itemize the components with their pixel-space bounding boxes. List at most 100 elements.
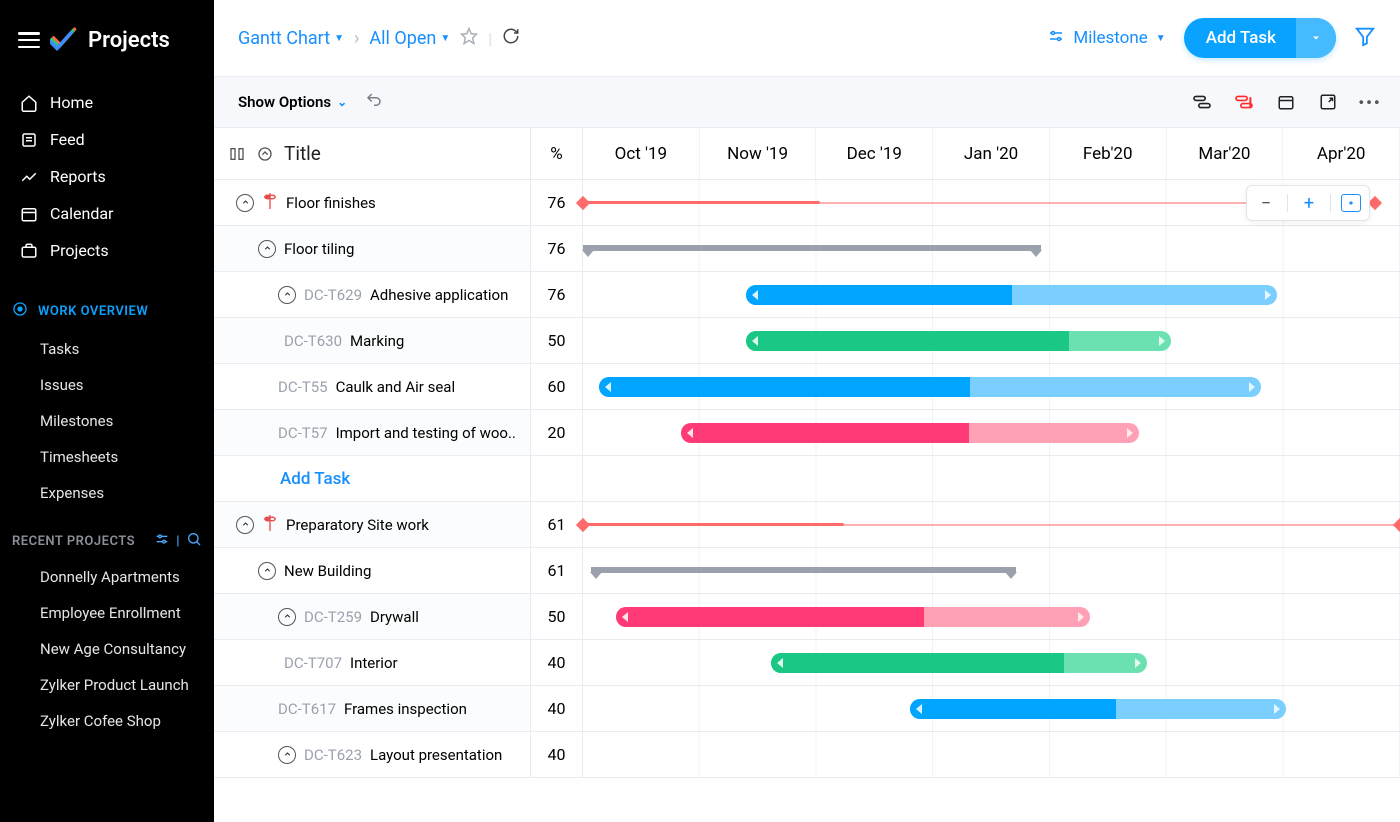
collapse-icon[interactable]: [236, 194, 254, 212]
task-id: DC-T57: [278, 424, 328, 442]
recent-project-item[interactable]: Employee Enrollment: [0, 595, 214, 631]
subnav-timesheets[interactable]: Timesheets: [0, 439, 214, 475]
collapse-icon[interactable]: [278, 286, 296, 304]
subnav-issues[interactable]: Issues: [0, 367, 214, 403]
row-timeline[interactable]: [583, 732, 1400, 777]
milestone-diamond-icon[interactable]: [1368, 195, 1382, 209]
task-bar[interactable]: [599, 377, 1261, 397]
breadcrumb-gantt[interactable]: Gantt Chart▼: [238, 28, 344, 49]
gantt-row[interactable]: Preparatory Site work61: [214, 502, 1400, 548]
gantt-row[interactable]: DC-T707Interior40: [214, 640, 1400, 686]
gantt-row[interactable]: New Building61: [214, 548, 1400, 594]
columns-icon[interactable]: [228, 145, 246, 163]
add-task-dropdown[interactable]: [1296, 18, 1336, 58]
star-icon[interactable]: [460, 27, 478, 49]
collapse-all-icon[interactable]: [256, 145, 274, 163]
milestone-diamond-icon[interactable]: [1393, 517, 1400, 531]
nav-reports[interactable]: Reports: [0, 158, 214, 195]
row-title: Preparatory Site work: [286, 516, 429, 534]
add-task-button[interactable]: Add Task: [1184, 18, 1336, 58]
nav-feed[interactable]: Feed: [0, 121, 214, 158]
milestone-dropdown[interactable]: Milestone ▼: [1047, 27, 1165, 50]
menu-icon[interactable]: [18, 32, 40, 48]
row-timeline[interactable]: [583, 686, 1400, 731]
task-bar[interactable]: [746, 285, 1277, 305]
row-timeline[interactable]: [583, 318, 1400, 363]
row-percent: 50: [531, 594, 583, 639]
search-icon[interactable]: [186, 531, 202, 551]
subnav-milestones[interactable]: Milestones: [0, 403, 214, 439]
settings-icon[interactable]: [154, 531, 170, 551]
task-bar[interactable]: [616, 607, 1090, 627]
collapse-icon[interactable]: [236, 516, 254, 534]
nav-calendar[interactable]: Calendar: [0, 195, 214, 232]
tasklist-summary-bar[interactable]: [583, 245, 1041, 251]
recent-project-item[interactable]: Donnelly Apartments: [0, 559, 214, 595]
task-bar[interactable]: [910, 699, 1286, 719]
subnav-tasks[interactable]: Tasks: [0, 331, 214, 367]
recent-project-item[interactable]: Zylker Cofee Shop: [0, 703, 214, 739]
tasklist-summary-bar[interactable]: [591, 567, 1016, 573]
row-timeline[interactable]: [583, 364, 1400, 409]
gantt-row[interactable]: DC-T55Caulk and Air seal60: [214, 364, 1400, 410]
gantt-row[interactable]: DC-T259Drywall50: [214, 594, 1400, 640]
row-timeline[interactable]: [583, 502, 1400, 547]
add-task-inline[interactable]: Add Task: [214, 469, 350, 489]
row-timeline[interactable]: [583, 640, 1400, 685]
task-progress: [599, 377, 970, 397]
undo-icon[interactable]: [365, 91, 383, 113]
more-icon[interactable]: •••: [1360, 92, 1380, 112]
recent-project-item[interactable]: Zylker Product Launch: [0, 667, 214, 703]
task-progress: [746, 331, 1069, 351]
row-timeline[interactable]: −+: [583, 180, 1400, 225]
row-timeline[interactable]: [583, 410, 1400, 455]
gantt-row[interactable]: DC-T57Import and testing of woo..20: [214, 410, 1400, 456]
row-timeline[interactable]: [583, 548, 1400, 593]
row-timeline[interactable]: [583, 226, 1400, 271]
gantt-row[interactable]: DC-T630Marking50: [214, 318, 1400, 364]
zoom-fit-button[interactable]: [1341, 194, 1361, 212]
critical-path-icon[interactable]: [1192, 92, 1212, 112]
today-icon[interactable]: [1276, 92, 1296, 112]
gantt-row[interactable]: Floor finishes76−+: [214, 180, 1400, 226]
row-title: New Building: [284, 562, 371, 580]
task-bar[interactable]: [746, 331, 1171, 351]
gantt-row[interactable]: DC-T617Frames inspection40: [214, 686, 1400, 732]
collapse-icon[interactable]: [258, 240, 276, 258]
gantt-row[interactable]: DC-T629Adhesive application76: [214, 272, 1400, 318]
subnav-expenses[interactable]: Expenses: [0, 475, 214, 511]
zoom-in-button[interactable]: +: [1298, 192, 1320, 214]
milestone-bar[interactable]: [583, 523, 844, 526]
row-timeline[interactable]: [583, 594, 1400, 639]
collapse-icon[interactable]: [278, 746, 296, 764]
breadcrumb: Gantt Chart▼ › All Open▼ |: [238, 27, 520, 49]
milestone-bar[interactable]: [583, 201, 820, 204]
baseline-icon[interactable]: [1234, 92, 1254, 112]
collapse-icon[interactable]: [258, 562, 276, 580]
gantt-row[interactable]: DC-T623Layout presentation40: [214, 732, 1400, 778]
row-percent: 76: [531, 272, 583, 317]
nav-label: Home: [50, 93, 93, 112]
work-overview-heading[interactable]: WORK OVERVIEW: [0, 283, 214, 331]
task-bar[interactable]: [681, 423, 1139, 443]
task-id: DC-T630: [284, 332, 342, 350]
refresh-icon[interactable]: [502, 27, 520, 49]
task-progress: [616, 607, 924, 627]
row-timeline[interactable]: [583, 272, 1400, 317]
nav-projects[interactable]: Projects: [0, 232, 214, 269]
reports-icon: [20, 168, 38, 186]
recent-project-item[interactable]: New Age Consultancy: [0, 631, 214, 667]
row-title-cell: Floor finishes: [214, 180, 531, 225]
nav-home[interactable]: Home: [0, 84, 214, 121]
breadcrumb-allopen[interactable]: All Open▼: [369, 28, 450, 49]
gantt-row[interactable]: Add Task: [214, 456, 1400, 502]
collapse-icon[interactable]: [278, 608, 296, 626]
show-options-dropdown[interactable]: Show Options ⌄: [238, 93, 347, 111]
fullscreen-icon[interactable]: [1318, 92, 1338, 112]
zoom-out-button[interactable]: −: [1255, 192, 1277, 214]
home-icon: [20, 94, 38, 112]
gantt-row[interactable]: Floor tiling76: [214, 226, 1400, 272]
row-timeline[interactable]: [583, 456, 1400, 501]
task-bar[interactable]: [771, 653, 1147, 673]
filter-icon[interactable]: [1354, 25, 1376, 51]
